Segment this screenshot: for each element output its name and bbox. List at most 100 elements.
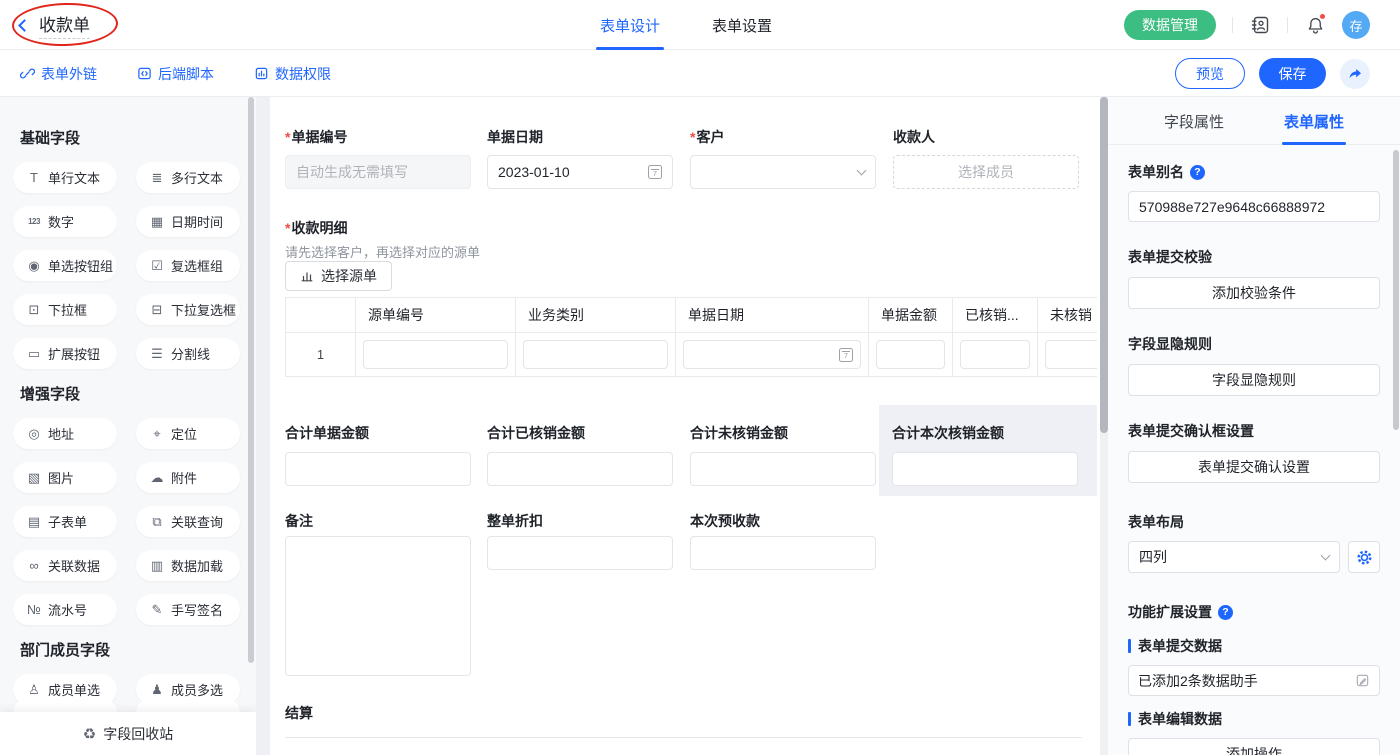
select-source-button[interactable]: 选择源单 [285, 261, 392, 291]
total-field[interactable]: 合计本次核销金额 [892, 423, 1078, 486]
field-item-label: 成员多选 [171, 680, 223, 699]
tab-form-properties[interactable]: 表单属性 [1282, 97, 1346, 145]
section-title: 基础字段 [20, 127, 236, 148]
panel-group-button[interactable]: 表单提交确认设置 [1128, 451, 1380, 483]
panel-groups: 表单提交校验添加校验条件字段显隐规则字段显隐规则表单提交确认框设置表单提交确认设… [1128, 247, 1380, 483]
total-input[interactable] [487, 452, 673, 486]
add-operation-button[interactable]: 添加操作 [1128, 738, 1380, 755]
field-item-divider-line[interactable]: ☰分割线 [136, 338, 240, 369]
layout-select[interactable]: 四列 [1128, 541, 1340, 573]
table-cell-input[interactable] [960, 340, 1030, 369]
field-item-dropdown-multi[interactable]: ⊟下拉复选框 [136, 294, 240, 325]
data-manage-button[interactable]: 数据管理 [1124, 10, 1216, 40]
remark-textarea[interactable] [285, 536, 471, 676]
edit-icon[interactable] [1355, 673, 1370, 688]
field-item-image[interactable]: ▧图片 [13, 462, 117, 493]
contacts-icon[interactable] [1249, 14, 1271, 36]
field-item-multi-text[interactable]: ≣多行文本 [136, 162, 240, 193]
sidebar-scrollbar[interactable] [248, 97, 254, 663]
field-item-extend-button[interactable]: ▭扩展按钮 [13, 338, 117, 369]
field-item-linked-data[interactable]: ∞关联数据 [13, 550, 117, 581]
tab-form-design[interactable]: 表单设计 [596, 0, 664, 50]
table-cell [953, 333, 1038, 377]
main-tabs: 表单设计 表单设置 [596, 0, 776, 50]
title-area: 收款单 [20, 0, 90, 50]
total-input[interactable] [690, 452, 876, 486]
dropdown-multi-icon: ⊟ [149, 303, 165, 316]
field-item-subform[interactable]: ▤子表单 [13, 506, 117, 537]
serial-number-icon: № [26, 603, 42, 616]
table-cell-input[interactable] [523, 340, 668, 369]
field-payee[interactable]: 收款人 选择成员 [893, 127, 1079, 189]
field-item-radio-group[interactable]: ◉单选按钮组 [13, 250, 117, 281]
bill-date-input[interactable]: 2023-01-10 [487, 155, 673, 189]
panel-group-button[interactable]: 字段显隐规则 [1128, 364, 1380, 396]
total-field[interactable]: 合计已核销金额 [487, 423, 673, 486]
required-asterisk: * [285, 220, 290, 236]
field-item-datetime[interactable]: ▦日期时间 [136, 206, 240, 237]
calendar-icon [648, 165, 662, 179]
page-scrollbar-thumb[interactable] [1393, 150, 1399, 430]
field-item-dropdown[interactable]: ⊡下拉框 [13, 294, 117, 325]
field-item-data-load[interactable]: ▥数据加载 [136, 550, 240, 581]
field-bill-date[interactable]: 单据日期 2023-01-10 [487, 127, 673, 189]
attachment-icon: ☁ [149, 471, 165, 484]
topbar-actions: 数据管理 存 [1124, 0, 1370, 50]
table-cell-input[interactable] [683, 340, 861, 369]
total-field[interactable]: 合计单据金额 [285, 423, 471, 486]
table-cell-input[interactable] [1045, 340, 1097, 369]
field-item-number[interactable]: 123数字 [13, 206, 117, 237]
discount-input[interactable] [487, 536, 673, 570]
page-title[interactable]: 收款单 [39, 11, 90, 39]
avatar[interactable]: 存 [1342, 11, 1370, 39]
prepay-input[interactable] [690, 536, 876, 570]
member-picker[interactable]: 选择成员 [893, 155, 1079, 189]
backend-script-link[interactable]: 后端脚本 [137, 64, 214, 84]
link-label: 表单外链 [41, 64, 97, 84]
field-item-location[interactable]: ⌖定位 [136, 418, 240, 449]
data-permission-link[interactable]: 数据权限 [254, 64, 331, 84]
canvas-scrollbar-thumb[interactable] [1100, 97, 1108, 433]
field-item-attachment[interactable]: ☁附件 [136, 462, 240, 493]
field-item-label: 分割线 [171, 344, 210, 363]
field-customer[interactable]: *客户 [690, 127, 876, 189]
total-input[interactable] [285, 452, 471, 486]
field-label: 合计未核销金额 [690, 423, 876, 443]
back-button[interactable] [18, 19, 31, 32]
table-cell [869, 333, 953, 377]
field-item-serial-number[interactable]: №流水号 [13, 594, 117, 625]
field-item-label: 数据加载 [171, 556, 223, 575]
help-icon[interactable] [1190, 165, 1205, 180]
field-item-address[interactable]: ◎地址 [13, 418, 117, 449]
total-input[interactable] [892, 452, 1078, 486]
tab-form-settings[interactable]: 表单设置 [708, 0, 776, 50]
date-value: 2023-01-10 [498, 164, 570, 180]
form-external-link[interactable]: 表单外链 [20, 64, 97, 84]
save-button[interactable]: 保存 [1259, 58, 1326, 89]
table-cell-input[interactable] [876, 340, 945, 369]
button-label: 选择源单 [321, 266, 377, 286]
layout-settings-button[interactable] [1348, 541, 1380, 573]
field-recycle-bin[interactable]: ♻ 字段回收站 [0, 712, 256, 755]
table-cell-input[interactable] [363, 340, 508, 369]
field-item-linked-query[interactable]: ⧉关联查询 [136, 506, 240, 537]
preview-button[interactable]: 预览 [1175, 58, 1245, 89]
field-bill-number[interactable]: *单据编号 自动生成无需填写 [285, 127, 471, 189]
field-item-checkbox-group[interactable]: ☑复选框组 [136, 250, 240, 281]
panel-content: 表单别名 570988e727e9648c66888972 表单提交校验添加校验… [1108, 145, 1400, 755]
panel-group-button[interactable]: 添加校验条件 [1128, 277, 1380, 309]
share-icon[interactable] [1340, 59, 1370, 89]
notification-bell-icon[interactable] [1304, 14, 1326, 36]
tab-field-properties[interactable]: 字段属性 [1162, 97, 1226, 145]
field-item-signature[interactable]: ✎手写签名 [136, 594, 240, 625]
field-label: 合计单据金额 [285, 423, 471, 443]
help-icon[interactable] [1218, 605, 1233, 620]
customer-select[interactable] [690, 155, 876, 189]
field-item-single-text[interactable]: T单行文本 [13, 162, 117, 193]
total-field[interactable]: 合计未核销金额 [690, 423, 876, 486]
bill-number-input[interactable]: 自动生成无需填写 [285, 155, 471, 189]
form-alias-input[interactable]: 570988e727e9648c66888972 [1128, 191, 1380, 222]
field-group: ◎地址 ⌖定位 ▧图片 ☁附件 ▤子表单 ⧉关联查询 ∞关联数据 ▥数据加载 №流水号 ✎手写签名 [13, 418, 243, 625]
link-label: 后端脚本 [158, 64, 214, 84]
submit-data-box[interactable]: 已添加2条数据助手 [1128, 665, 1380, 696]
